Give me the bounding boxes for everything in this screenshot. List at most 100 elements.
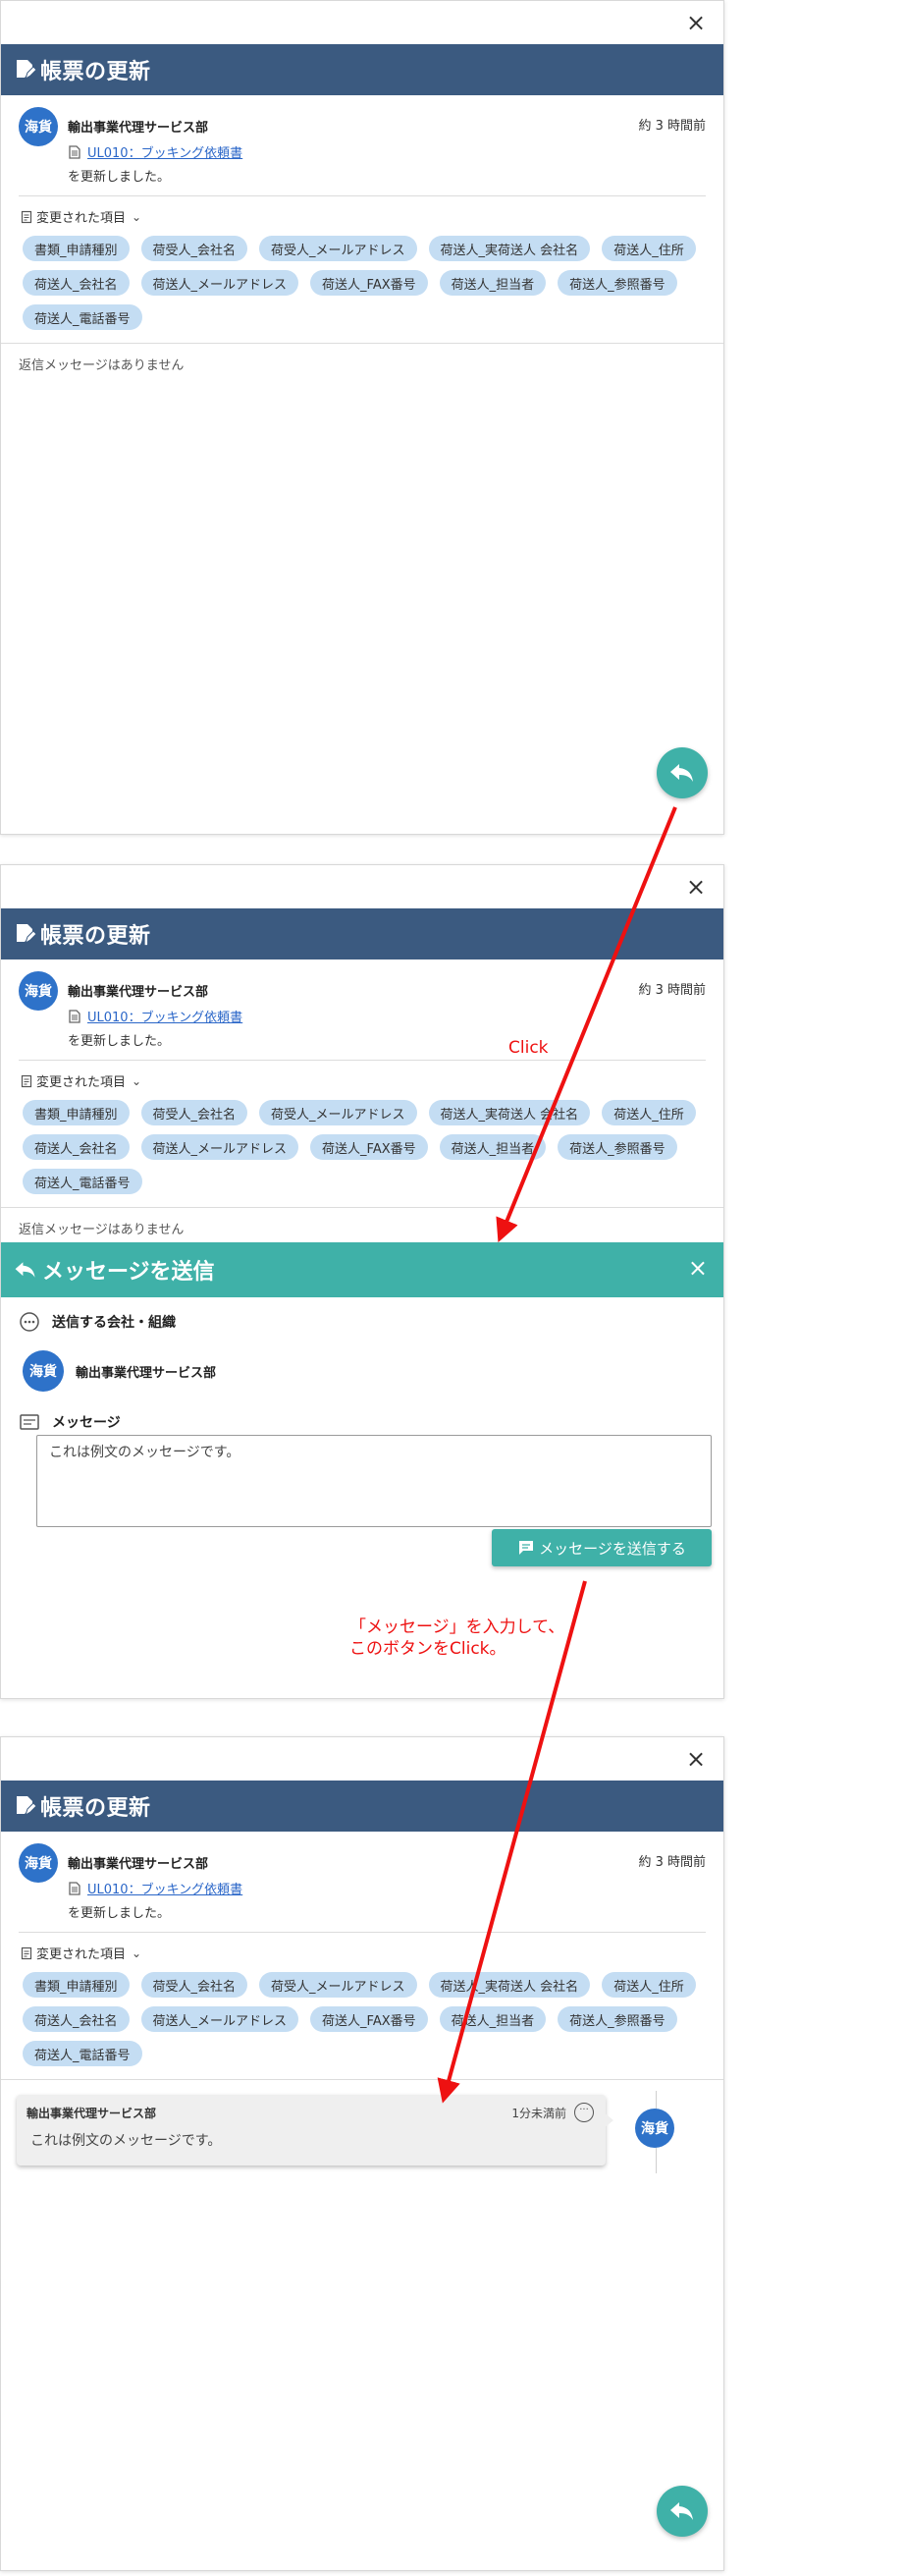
update-entry: 海貨 輸出事業代理サービス部 約 3 時間前 UL010：ブッキング依頼書 を更… [1, 1839, 723, 1934]
changed-items-header: 変更された項目 ⌄ [21, 1944, 141, 1962]
changed-chip: 荷受人_会社名 [140, 236, 248, 261]
changed-chip: 荷送人_メールアドレス [140, 2006, 299, 2032]
message-text: これは例文のメッセージです。 [30, 2133, 222, 2149]
document-icon [69, 144, 80, 159]
send-message-button[interactable]: メッセージを送信する [492, 1529, 712, 1566]
reply-icon [15, 1262, 35, 1278]
close-icon[interactable]: × [682, 1745, 710, 1773]
changed-chip: 荷送人_FAX番号 [310, 2006, 428, 2032]
chevron-down-icon[interactable]: ⌄ [132, 1074, 141, 1088]
document-link-label[interactable]: UL010：ブッキング依頼書 [87, 142, 242, 161]
chat-icon [519, 1541, 534, 1555]
changed-chip: 荷送人_担当者 [439, 270, 547, 296]
update-entry: 海貨 輸出事業代理サービス部 約 3 時間前 UL010：ブッキング依頼書 を更… [1, 967, 723, 1062]
divider [1, 343, 723, 344]
header-title: 帳票の更新 [40, 924, 151, 949]
edit-doc-icon [17, 924, 36, 945]
changed-chip: 荷送人_参照番号 [558, 2006, 677, 2032]
recipient-org: 輸出事業代理サービス部 [76, 1365, 217, 1381]
avatar: 海貨 [19, 107, 58, 146]
changed-chip: 荷送人_メールアドレス [140, 270, 299, 296]
chevron-down-icon[interactable]: ⌄ [132, 1946, 141, 1960]
document-icon [69, 1009, 80, 1023]
changed-chip: 荷受人_会社名 [140, 1100, 248, 1125]
changed-chip: 荷送人_実荷送人 会社名 [428, 1100, 591, 1125]
recipient-label: 送信する会社・組織 [52, 1315, 176, 1331]
document-update-panel-1: × 帳票の更新 海貨 輸出事業代理サービス部 約 3 時間前 UL010：ブッキ… [0, 0, 724, 835]
changed-chip: 荷受人_メールアドレス [259, 1100, 417, 1125]
divider [19, 1060, 706, 1061]
header-title: 帳票の更新 [40, 1796, 151, 1821]
close-icon[interactable]: × [682, 9, 710, 36]
changed-chip: 荷送人_住所 [602, 1972, 696, 1998]
message-label: メッセージ [52, 1415, 121, 1431]
send-message-title: メッセージを送信 [42, 1260, 215, 1285]
message-input[interactable]: これは例文のメッセージです。 [36, 1435, 712, 1527]
changed-chip: 荷送人_実荷送人 会社名 [428, 1972, 591, 1998]
close-send-icon[interactable]: × [688, 1254, 708, 1282]
changed-items-label: 変更された項目 [36, 1075, 127, 1090]
panel-header: 帳票の更新 [1, 1781, 723, 1832]
instruction-annotation-line2: このボタンをClick。 [349, 1639, 506, 1659]
document-update-panel-2: × 帳票の更新 海貨 輸出事業代理サービス部 約 3 時間前 UL010：ブッキ… [0, 864, 724, 1699]
changed-chip: 荷送人_担当者 [439, 1134, 547, 1160]
document-link[interactable]: UL010：ブッキング依頼書 [68, 1007, 242, 1025]
changed-chips: 書類_申請種別 荷受人_会社名 荷受人_メールアドレス 荷送人_実荷送人 会社名… [23, 1100, 706, 1194]
message-time: 1分未満前 [511, 2107, 566, 2120]
changed-chips: 書類_申請種別 荷受人_会社名 荷受人_メールアドレス 荷送人_実荷送人 会社名… [23, 1972, 706, 2066]
timestamp: 約 3 時間前 [638, 119, 706, 134]
panel-header: 帳票の更新 [1, 908, 723, 959]
divider [19, 1932, 706, 1933]
changed-chip: 荷送人_会社名 [23, 1134, 130, 1160]
changed-chip: 荷送人_住所 [602, 1100, 696, 1125]
more-options-icon[interactable]: ··· [574, 2103, 594, 2122]
avatar: 海貨 [19, 971, 58, 1011]
chevron-down-icon[interactable]: ⌄ [132, 210, 141, 224]
changed-chip: 荷送人_住所 [602, 236, 696, 261]
list-icon [21, 1946, 32, 1959]
changed-chip: 書類_申請種別 [23, 236, 130, 261]
document-link[interactable]: UL010：ブッキング依頼書 [68, 1879, 242, 1897]
reply-button[interactable] [657, 2486, 708, 2537]
changed-chip: 荷送人_電話番号 [23, 304, 142, 330]
document-link[interactable]: UL010：ブッキング依頼書 [68, 142, 242, 161]
changed-chip: 荷送人_担当者 [439, 2006, 547, 2032]
update-entry: 海貨 輸出事業代理サービス部 約 3 時間前 UL010：ブッキング依頼書 を更… [1, 103, 723, 197]
divider [19, 195, 706, 196]
bubble-tail [604, 2112, 613, 2128]
divider [1, 1207, 723, 1208]
edit-doc-icon [17, 1796, 36, 1817]
document-link-label[interactable]: UL010：ブッキング依頼書 [87, 1879, 242, 1897]
more-circle-icon [20, 1312, 39, 1332]
send-message-header: メッセージを送信 × [1, 1242, 723, 1297]
changed-chip: 荷受人_メールアドレス [259, 1972, 417, 1998]
updated-text: を更新しました。 [68, 170, 171, 185]
message-sender: 輸出事業代理サービス部 [27, 2107, 157, 2120]
changed-chip: 荷送人_電話番号 [23, 2041, 142, 2066]
changed-chip: 荷送人_FAX番号 [310, 270, 428, 296]
header-title: 帳票の更新 [40, 60, 151, 84]
edit-doc-icon [17, 60, 36, 81]
org-name: 輸出事業代理サービス部 [68, 985, 209, 1000]
changed-chip: 荷受人_メールアドレス [259, 236, 417, 261]
avatar: 海貨 [635, 2109, 674, 2148]
changed-chip: 書類_申請種別 [23, 1972, 130, 1998]
changed-chip: 書類_申請種別 [23, 1100, 130, 1125]
changed-chip: 荷送人_電話番号 [23, 1169, 142, 1194]
divider [1, 2079, 723, 2080]
changed-chip: 荷送人_参照番号 [558, 270, 677, 296]
changed-chip: 荷受人_会社名 [140, 1972, 248, 1998]
message-bubble: 輸出事業代理サービス部 1分未満前 ··· これは例文のメッセージです。 [17, 2095, 606, 2165]
message-section-label: メッセージ [19, 1411, 121, 1433]
changed-items-label: 変更された項目 [36, 1947, 127, 1962]
document-icon [69, 1881, 80, 1895]
list-icon [21, 1074, 32, 1087]
reply-icon [670, 764, 693, 782]
reply-button[interactable] [657, 747, 708, 798]
changed-items-header: 変更された項目 ⌄ [21, 1071, 141, 1090]
recipient: 海貨 輸出事業代理サービス部 [23, 1350, 216, 1392]
changed-chip: 荷送人_実荷送人 会社名 [428, 236, 591, 261]
changed-chip: 荷送人_会社名 [23, 270, 130, 296]
close-icon[interactable]: × [682, 873, 710, 901]
document-link-label[interactable]: UL010：ブッキング依頼書 [87, 1007, 242, 1025]
